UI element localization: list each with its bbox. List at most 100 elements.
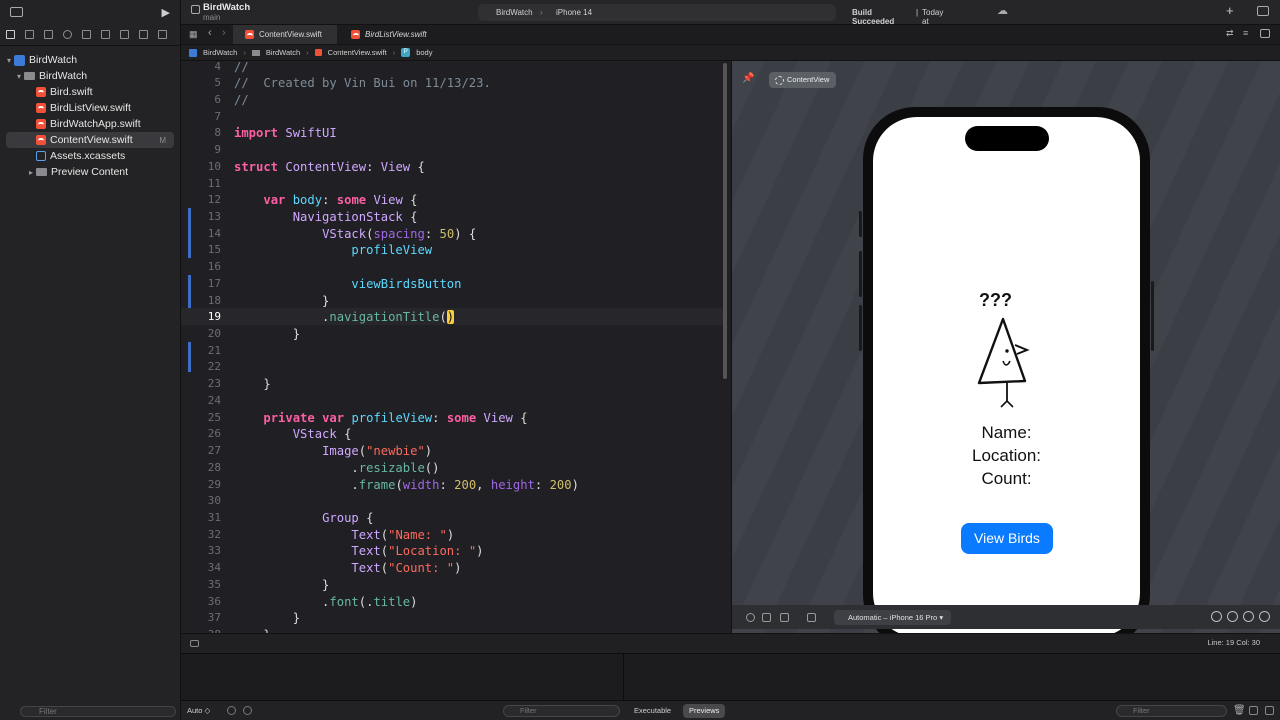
tree-item-group[interactable]: ▸ Preview Content — [0, 164, 180, 180]
tree-item-project[interactable]: ▾ BirdWatch — [0, 52, 180, 68]
split-console-icon[interactable] — [1249, 706, 1258, 715]
code-line[interactable]: 21 — [181, 344, 726, 361]
debug-icon[interactable] — [120, 30, 129, 39]
executable-tab[interactable]: Executable — [634, 706, 671, 715]
code-line[interactable]: 29 .frame(width: 200, height: 200) — [181, 478, 726, 495]
live-preview-icon[interactable] — [746, 613, 755, 622]
code-line[interactable]: 20 } — [181, 327, 726, 344]
code-line[interactable]: 30 — [181, 494, 726, 511]
folder-navigator-icon[interactable] — [6, 30, 15, 39]
chevron-down-icon[interactable]: ▾ — [4, 56, 14, 65]
code-line[interactable]: 33 Text("Location: ") — [181, 544, 726, 561]
code-line[interactable]: 6 // — [181, 93, 726, 110]
code-line[interactable]: 27 Image("newbie") — [181, 444, 726, 461]
code-line[interactable]: 15 profileView — [181, 243, 726, 260]
tab-birdlistview[interactable]: BirdListView.swift — [339, 25, 451, 44]
tree-item-file-selected[interactable]: ContentView.swift M — [6, 132, 174, 148]
pin-icon[interactable]: 📌 — [742, 73, 754, 84]
run-icon[interactable]: ▶ — [162, 6, 170, 19]
code-line[interactable]: 13 NavigationStack { — [181, 210, 726, 227]
code-line[interactable]: 36 .font(.title) — [181, 595, 726, 612]
code-line[interactable]: 11 — [181, 177, 726, 194]
find-icon[interactable] — [63, 30, 72, 39]
console-filter-field[interactable]: Filter — [1116, 705, 1227, 717]
test-icon[interactable] — [101, 30, 110, 39]
code-line[interactable]: 10 struct ContentView: View { — [181, 160, 726, 177]
variants-icon[interactable] — [780, 613, 789, 622]
tree-item-assets[interactable]: Assets.xcassets — [0, 148, 180, 164]
variables-scope-selector[interactable]: Auto ◇ — [187, 706, 210, 715]
forward-icon[interactable]: › — [222, 27, 226, 39]
jumpbar-item[interactable]: BirdWatch — [266, 48, 300, 57]
code-line[interactable]: 4 // — [181, 61, 726, 76]
preview-chip[interactable]: ContentView — [769, 72, 837, 88]
navigator-filter-field[interactable]: Filter — [20, 706, 176, 717]
device-settings-icon[interactable] — [807, 613, 816, 622]
zoom-in-icon[interactable] — [1243, 611, 1254, 622]
selectable-mode-icon[interactable] — [762, 613, 771, 622]
add-editor-icon[interactable] — [1260, 29, 1270, 38]
add-icon[interactable]: + — [1226, 3, 1234, 18]
code-line[interactable]: 24 — [181, 394, 726, 411]
tree-item-file[interactable]: BirdListView.swift — [0, 100, 180, 116]
bookmark-icon[interactable] — [44, 30, 53, 39]
trash-icon[interactable]: 🗑 — [1233, 705, 1246, 716]
code-line[interactable]: 9 — [181, 143, 726, 160]
zoom-fit-icon[interactable] — [1259, 611, 1270, 622]
tree-item-group[interactable]: ▾ BirdWatch — [0, 68, 180, 84]
code-text: } — [234, 327, 301, 342]
tree-item-file[interactable]: Bird.swift — [0, 84, 180, 100]
code-line[interactable]: 17 viewBirdsButton — [181, 277, 726, 294]
code-line[interactable]: 28 .resizable() — [181, 461, 726, 478]
code-line[interactable]: 32 Text("Name: ") — [181, 528, 726, 545]
zoom-100-icon[interactable] — [1227, 611, 1238, 622]
code-line[interactable]: 19 .navigationTitle() — [181, 310, 726, 327]
code-line[interactable]: 31 Group { — [181, 511, 726, 528]
code-line[interactable]: 35 } — [181, 578, 726, 595]
code-line[interactable]: 34 Text("Count: ") — [181, 561, 726, 578]
source-control-icon[interactable] — [25, 30, 34, 39]
code-line[interactable]: 37 } — [181, 611, 726, 628]
code-line[interactable]: 8 import SwiftUI — [181, 126, 726, 143]
sidebar-toggle-icon[interactable] — [10, 7, 23, 17]
chevron-right-icon[interactable]: ▸ — [26, 168, 36, 177]
jumpbar-item[interactable]: BirdWatch — [203, 48, 237, 57]
scheme-selector[interactable]: BirdWatch — [496, 8, 533, 17]
previews-tab[interactable]: Previews — [683, 704, 726, 718]
issue-icon[interactable] — [82, 30, 91, 39]
report-icon[interactable] — [158, 30, 167, 39]
code-line[interactable]: 23 } — [181, 377, 726, 394]
editor-options-icon[interactable]: ≡ — [1243, 28, 1248, 38]
tree-item-file[interactable]: BirdWatchApp.swift — [0, 116, 180, 132]
grid-icon[interactable]: ▦ — [189, 29, 198, 40]
code-line[interactable]: 5 // Created by Vin Bui on 11/13/23. — [181, 76, 726, 93]
chevron-down-icon[interactable]: ▾ — [14, 72, 24, 81]
code-line[interactable]: 14 VStack(spacing: 50) { — [181, 227, 726, 244]
destination-selector[interactable]: iPhone 14 — [556, 8, 592, 17]
eye-icon[interactable] — [227, 706, 236, 715]
console-toggle-icon[interactable] — [1265, 706, 1274, 715]
jumpbar-item[interactable]: ContentView.swift — [328, 48, 387, 57]
breakpoint-icon[interactable] — [139, 30, 148, 39]
split-options-icon[interactable]: ⇄ — [1226, 28, 1234, 39]
info-icon[interactable] — [243, 706, 252, 715]
source-editor[interactable]: 4 // 5 // Created by Vin Bui on 11/13/23. 6 /… — [181, 61, 731, 633]
code-line[interactable]: 16 — [181, 260, 726, 277]
jumpbar-item[interactable]: body — [416, 48, 432, 57]
view-birds-button[interactable]: View Birds — [961, 523, 1053, 554]
code-line[interactable]: 26 VStack { — [181, 427, 726, 444]
project-title-block[interactable]: BirdWatch main — [203, 2, 250, 22]
tab-contentview[interactable]: ContentView.swift — [233, 25, 337, 44]
variables-filter-field[interactable]: Filter — [503, 705, 620, 717]
code-line[interactable]: 18 } — [181, 294, 726, 311]
code-line[interactable]: 22 — [181, 360, 726, 377]
debug-area-toggle-icon[interactable] — [190, 640, 199, 647]
back-icon[interactable]: ‹ — [208, 27, 212, 39]
code-line[interactable]: 7 — [181, 110, 726, 127]
device-selector[interactable]: Automatic – iPhone 16 Pro ▾ — [834, 610, 952, 625]
zoom-out-icon[interactable] — [1211, 611, 1222, 622]
inspector-toggle-icon[interactable] — [1257, 6, 1269, 16]
code-line[interactable]: 12 var body: some View { — [181, 193, 726, 210]
editor-scrollbar[interactable] — [723, 63, 727, 379]
code-line[interactable]: 25 private var profileView: some View { — [181, 411, 726, 428]
